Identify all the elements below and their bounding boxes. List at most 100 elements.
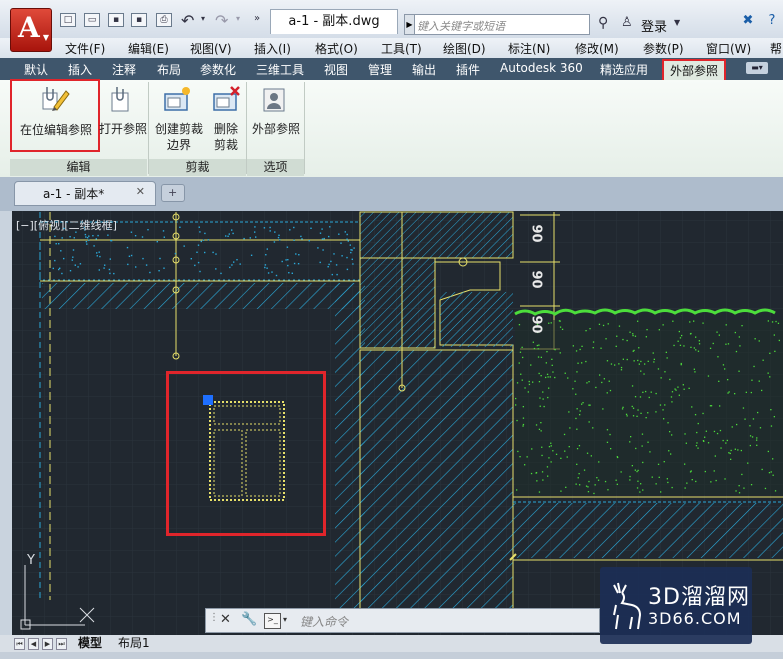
wrench-icon[interactable]: 🔧	[241, 612, 257, 627]
viewport-controls-label[interactable]: [−][俯视][二维线框]	[16, 217, 117, 233]
tab-annotate[interactable]: 注释	[112, 61, 136, 78]
login-label[interactable]: 登录	[641, 16, 667, 35]
tab-layout[interactable]: 布局	[157, 61, 181, 78]
undo-icon[interactable]: ↶	[181, 11, 194, 30]
search-input[interactable]: ▶ 键入关键字或短语	[404, 14, 590, 35]
left-frame	[0, 211, 12, 635]
tab-plugins[interactable]: 插件	[456, 61, 480, 78]
qat-overflow-icon[interactable]: »	[254, 13, 260, 24]
close-icon[interactable]: ✖	[740, 13, 756, 29]
external-references-button[interactable]: 外部参照	[249, 82, 303, 152]
first-layout-icon[interactable]: ⏮	[14, 638, 25, 650]
search-placeholder: 键入关键字或短语	[417, 20, 505, 33]
create-clip-boundary-icon	[164, 87, 190, 111]
previous-layout-icon[interactable]: ◀	[28, 638, 39, 650]
delete-clip-icon	[213, 86, 240, 111]
watermark-brand: 3D溜溜网	[648, 585, 750, 610]
close-tab-icon[interactable]: ✕	[136, 185, 145, 198]
menu-edit[interactable]: 编辑(E)	[128, 40, 169, 57]
ucs-y-label: Y	[27, 553, 35, 568]
open-reference-label: 打开参照	[98, 122, 147, 136]
command-input-placeholder: 键入命令	[300, 615, 349, 629]
application-menu-button[interactable]: A ▼	[10, 8, 52, 52]
tab-manage[interactable]: 管理	[368, 61, 392, 78]
drawing-file-tab-label: a-1 - 副本*	[43, 187, 105, 201]
drawing-file-tab[interactable]: a-1 - 副本* ✕	[14, 181, 156, 206]
save-icon[interactable]: ▪	[108, 13, 124, 27]
menu-parametric[interactable]: 参数(P)	[643, 40, 684, 57]
delete-clip-label: 删除 剪裁	[213, 122, 238, 152]
concrete-aggregate-speckle	[52, 226, 355, 277]
user-icon[interactable]: ♙	[621, 15, 633, 30]
edit-reference-in-place-label: 在位编辑参照	[19, 123, 92, 137]
tab-3d-tools[interactable]: 三维工具	[256, 61, 304, 78]
ribbon-minimize-icon[interactable]: ▬▾	[746, 62, 768, 74]
tab-model[interactable]: 模型	[78, 636, 102, 651]
open-reference-icon	[111, 87, 129, 112]
command-line[interactable]: ⋮ ✕ 🔧 >_ ▾ 键入命令	[205, 608, 600, 633]
tab-view[interactable]: 视图	[324, 61, 348, 78]
edit-reference-in-place-icon	[42, 87, 70, 111]
last-layout-icon[interactable]: ⏭	[56, 638, 67, 650]
open-reference-button[interactable]: 打开参照	[99, 82, 147, 152]
grip-icon[interactable]: ⋮	[209, 612, 219, 623]
create-clip-boundary-button[interactable]: 创建剪裁 边界	[152, 82, 206, 156]
tab-insert[interactable]: 插入	[68, 61, 92, 78]
options-panel-label: 选项	[247, 159, 304, 176]
tab-featured-apps[interactable]: 精选应用	[600, 61, 648, 78]
redo-icon[interactable]: ↷	[215, 11, 228, 30]
redo-dropdown-icon[interactable]: ▾	[236, 14, 240, 23]
clip-panel-label: 剪裁	[149, 159, 246, 176]
undo-dropdown-icon[interactable]: ▾	[201, 14, 205, 23]
document-title-tab: a-1 - 副本.dwg	[270, 9, 398, 34]
tab-output[interactable]: 输出	[412, 61, 436, 78]
plus-icon: +	[168, 186, 178, 199]
open-folder-icon[interactable]: ▭	[84, 13, 100, 27]
close-icon[interactable]: ✕	[220, 612, 231, 627]
next-layout-icon[interactable]: ▶	[42, 638, 53, 650]
dimension-label: 90	[528, 270, 544, 289]
watermark: 3D溜溜网 3D66.COM	[600, 567, 752, 644]
menu-file[interactable]: 文件(F)	[65, 40, 105, 57]
menu-modify[interactable]: 修改(M)	[575, 40, 619, 57]
menu-help[interactable]: 帮	[770, 40, 782, 57]
new-tab-button[interactable]: +	[161, 184, 185, 202]
command-prompt-icon[interactable]: >_	[264, 613, 281, 629]
menu-bar: 文件(F) 编辑(E) 视图(V) 插入(I) 格式(O) 工具(T) 绘图(D…	[0, 38, 783, 58]
login-dropdown-icon[interactable]: ▼	[674, 18, 680, 27]
chevron-down-icon: ▼	[42, 33, 49, 42]
save-as-icon[interactable]: ▪	[131, 13, 147, 27]
watermark-domain: 3D66.COM	[648, 609, 742, 628]
delete-clip-button[interactable]: 删除 剪裁	[208, 82, 244, 156]
binoculars-icon[interactable]: ⚲	[598, 15, 608, 31]
external-references-icon	[263, 88, 285, 112]
status-bar	[0, 652, 783, 659]
tab-layout1[interactable]: 布局1	[118, 636, 150, 651]
deer-logo-icon	[613, 582, 642, 630]
xref-selection-highlight	[166, 371, 326, 536]
menu-insert[interactable]: 插入(I)	[254, 40, 291, 57]
edit-reference-in-place-button[interactable]: 在位编辑参照	[10, 79, 100, 152]
new-file-icon[interactable]: □	[60, 13, 76, 27]
dimension-label: 90	[528, 315, 544, 334]
menu-format[interactable]: 格式(O)	[315, 40, 358, 57]
tab-default[interactable]: 默认	[24, 61, 48, 78]
menu-window[interactable]: 窗口(W)	[706, 40, 751, 57]
panel-divider	[304, 82, 305, 174]
tab-autodesk-360[interactable]: Autodesk 360	[500, 61, 583, 75]
edit-panel-label: 编辑	[10, 159, 147, 176]
menu-draw[interactable]: 绘图(D)	[443, 40, 486, 57]
menu-tools[interactable]: 工具(T)	[381, 40, 422, 57]
create-clip-boundary-label: 创建剪裁 边界	[154, 122, 203, 152]
dimension-label: 90	[528, 224, 544, 243]
menu-dimension[interactable]: 标注(N)	[508, 40, 550, 57]
external-references-label: 外部参照	[251, 122, 300, 136]
soil-speckle	[515, 320, 780, 495]
chevron-down-icon[interactable]: ▾	[283, 615, 287, 624]
search-expand-icon[interactable]: ▶	[404, 14, 415, 35]
menu-view[interactable]: 视图(V)	[190, 40, 232, 57]
print-icon[interactable]: ⎙	[156, 13, 172, 27]
help-icon[interactable]: ?	[764, 13, 780, 29]
tab-parametric[interactable]: 参数化	[200, 61, 236, 78]
autocad-logo-icon: A	[18, 11, 40, 44]
